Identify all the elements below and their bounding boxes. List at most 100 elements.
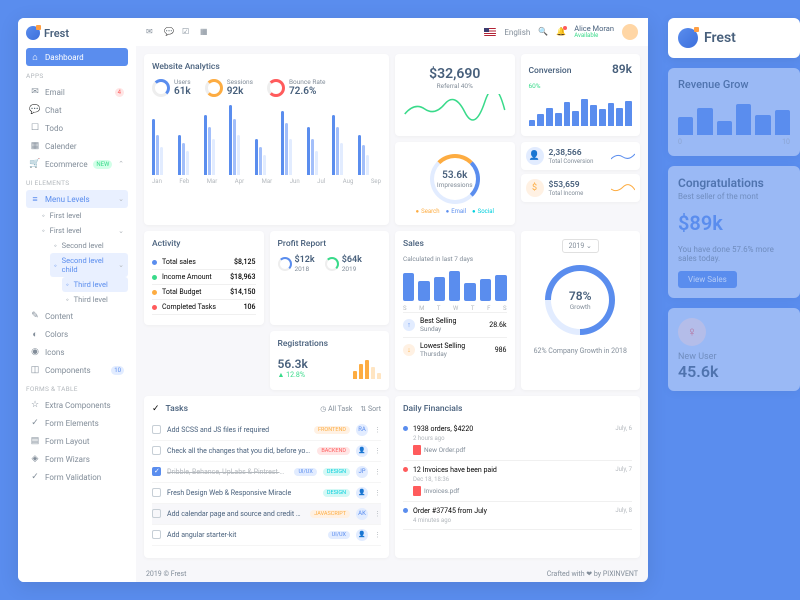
- task-row[interactable]: Add calendar page and source and credit …: [152, 504, 381, 525]
- language-selector[interactable]: English: [504, 28, 530, 37]
- side-cards: Frest Revenue Grow 010 Congratulations B…: [668, 18, 800, 391]
- nav-label: First level: [50, 226, 82, 235]
- checkbox[interactable]: [152, 509, 161, 518]
- home-icon: ⌂: [30, 52, 40, 62]
- revenue-chart: [678, 99, 790, 135]
- stat-bounce: Bounce Rate72.6%: [267, 78, 326, 97]
- nav-content[interactable]: ✎Content: [26, 307, 128, 325]
- checkbox[interactable]: [152, 467, 161, 476]
- nav-dashboard[interactable]: ⌂Dashboard: [26, 48, 128, 66]
- nav-extra[interactable]: ☆Extra Components: [26, 396, 128, 414]
- nav-calendar[interactable]: ▦Calender: [26, 137, 128, 155]
- more-icon[interactable]: ⋮: [374, 468, 381, 476]
- nav-label: Form Wizars: [45, 455, 90, 464]
- chevron-up-icon: ⌃: [118, 160, 124, 168]
- card-brand: Frest: [668, 18, 800, 58]
- nav-colors[interactable]: ◐Colors: [26, 325, 128, 343]
- more-icon[interactable]: ⋮: [374, 426, 381, 434]
- nav-label: First level: [50, 211, 82, 220]
- conversion-chart: [529, 96, 633, 126]
- card-congratulations: Congratulations Best seller of the mont …: [668, 166, 800, 298]
- topbar: ✉ 💬 ☑ ▦ English 🔍 🔔 Alice Moran Availabl…: [136, 18, 648, 46]
- checkbox[interactable]: [152, 446, 161, 455]
- chat-icon: 💬: [30, 105, 40, 115]
- avatar: 👤: [356, 529, 368, 541]
- nav-email[interactable]: ✉Email4: [26, 83, 128, 101]
- nav-form-wizard[interactable]: ◈Form Wizars: [26, 450, 128, 468]
- search-icon[interactable]: 🔍: [538, 27, 548, 37]
- nav-icons[interactable]: ◉Icons: [26, 343, 128, 361]
- nav-todo[interactable]: ☐Todo: [26, 119, 128, 137]
- x-axis: JanFebMarAprMarJunJulAugSep: [152, 178, 381, 185]
- filter-all[interactable]: ◷ All Task: [320, 405, 352, 413]
- logo-icon: [26, 26, 40, 40]
- profit-2019: $64k2019: [325, 255, 362, 273]
- nav-label: Form Layout: [45, 437, 90, 446]
- task-row[interactable]: Check all the changes that you did, befo…: [152, 441, 381, 462]
- badge: 10: [111, 366, 124, 375]
- user-icon: ♀: [678, 318, 706, 346]
- check-icon[interactable]: ☑: [182, 27, 192, 37]
- stat-users: Users61k: [152, 78, 191, 97]
- stat-income: $$53,659Total Income: [521, 174, 641, 202]
- nav-label: Ecommerce: [45, 160, 88, 169]
- nav-ecommerce[interactable]: 🛒EcommerceNEW⌃: [26, 155, 128, 173]
- bell-icon[interactable]: 🔔: [556, 27, 566, 37]
- year-selector[interactable]: 2019 ⌄: [562, 239, 599, 253]
- checkbox[interactable]: [152, 488, 161, 497]
- pdf-icon: [413, 445, 421, 455]
- nav-third-level[interactable]: ◦Third level: [62, 277, 128, 292]
- content-grid: Website Analytics Users61k Sessions92k B…: [136, 46, 648, 566]
- nav-second-child[interactable]: ◦Second level child⌄: [50, 253, 128, 277]
- nav-label: Calender: [45, 142, 77, 151]
- avatar[interactable]: [622, 24, 638, 40]
- nav-label: Chat: [45, 106, 62, 115]
- calendar-icon[interactable]: ▦: [200, 27, 210, 37]
- checkbox[interactable]: [152, 425, 161, 434]
- nav-third-level-2[interactable]: ◦Third level: [62, 292, 128, 307]
- nav-second-level[interactable]: ◦Second level: [50, 238, 128, 253]
- card-sales: Sales Calculated in last 7 days SMTWTFS …: [395, 231, 515, 389]
- card-financials: Daily Financials 1938 orders, $4220July,…: [395, 396, 640, 558]
- card-referral: $32,690 Referral 40%: [395, 54, 515, 136]
- card-conversion: Conversion89k 60%: [521, 54, 641, 136]
- nav-form-validation[interactable]: ✓Form Validation: [26, 468, 128, 486]
- nav-first-level[interactable]: ◦First level: [38, 208, 128, 223]
- nav-label: Email: [45, 88, 65, 97]
- lowest-selling: ↓Lowest SellingThursday986: [403, 337, 507, 362]
- card-profit: Profit Report $12k2018 $64k2019: [270, 231, 390, 325]
- card-new-user: ♀ New User 45.6k: [668, 308, 800, 391]
- task-row[interactable]: Dribble, Behance, UpLabs & Pintrest Post…: [152, 462, 381, 483]
- more-icon[interactable]: ⋮: [374, 531, 381, 539]
- nav-menu-levels[interactable]: ≡Menu Levels⌄: [26, 190, 128, 208]
- brand-logo[interactable]: Frest: [26, 26, 128, 40]
- financial-item: 12 Invoices have been paidJuly, 7Dec 18,…: [403, 461, 632, 502]
- checkbox[interactable]: [152, 530, 161, 539]
- nav-chat[interactable]: 💬 Chat: [26, 101, 128, 119]
- task-row[interactable]: Add SCSS and JS files if requiredFRONTEN…: [152, 420, 381, 441]
- more-icon[interactable]: ⋮: [374, 447, 381, 455]
- dollar-icon: $: [526, 179, 544, 197]
- flag-icon: [484, 28, 496, 36]
- nav-components[interactable]: ◫Components10: [26, 361, 128, 379]
- nav-form-layout[interactable]: ▤Form Layout: [26, 432, 128, 450]
- user-info[interactable]: Alice Moran Available: [574, 25, 614, 39]
- nav-first-level-2[interactable]: ◦First level⌄: [38, 223, 128, 238]
- task-row[interactable]: Add angular starter-kitUI/UX👤⋮: [152, 525, 381, 546]
- nav-form-elements[interactable]: ✓Form Elements: [26, 414, 128, 432]
- card-tasks: ✓ Tasks ◷ All Task⇅ Sort Add SCSS and JS…: [144, 396, 389, 558]
- nav-label: Icons: [45, 348, 64, 357]
- more-icon[interactable]: ⋮: [374, 510, 381, 518]
- view-sales-button[interactable]: View Sales: [678, 271, 737, 288]
- avatar: JP: [356, 466, 368, 478]
- financial-item: 1938 orders, $4220July, 62 hours agoNew …: [403, 420, 632, 461]
- check-icon: ✓: [30, 472, 40, 482]
- avatar: 👤: [356, 487, 368, 499]
- card-activity: Activity Total sales$8,125Income Amount$…: [144, 231, 264, 325]
- donut-icon: [205, 79, 223, 97]
- mail-icon[interactable]: ✉: [146, 27, 156, 37]
- filter-sort[interactable]: ⇅ Sort: [360, 405, 381, 413]
- more-icon[interactable]: ⋮: [374, 489, 381, 497]
- chat-icon[interactable]: 💬: [164, 27, 174, 37]
- task-row[interactable]: Fresh Design Web & Responsive MiracleDES…: [152, 483, 381, 504]
